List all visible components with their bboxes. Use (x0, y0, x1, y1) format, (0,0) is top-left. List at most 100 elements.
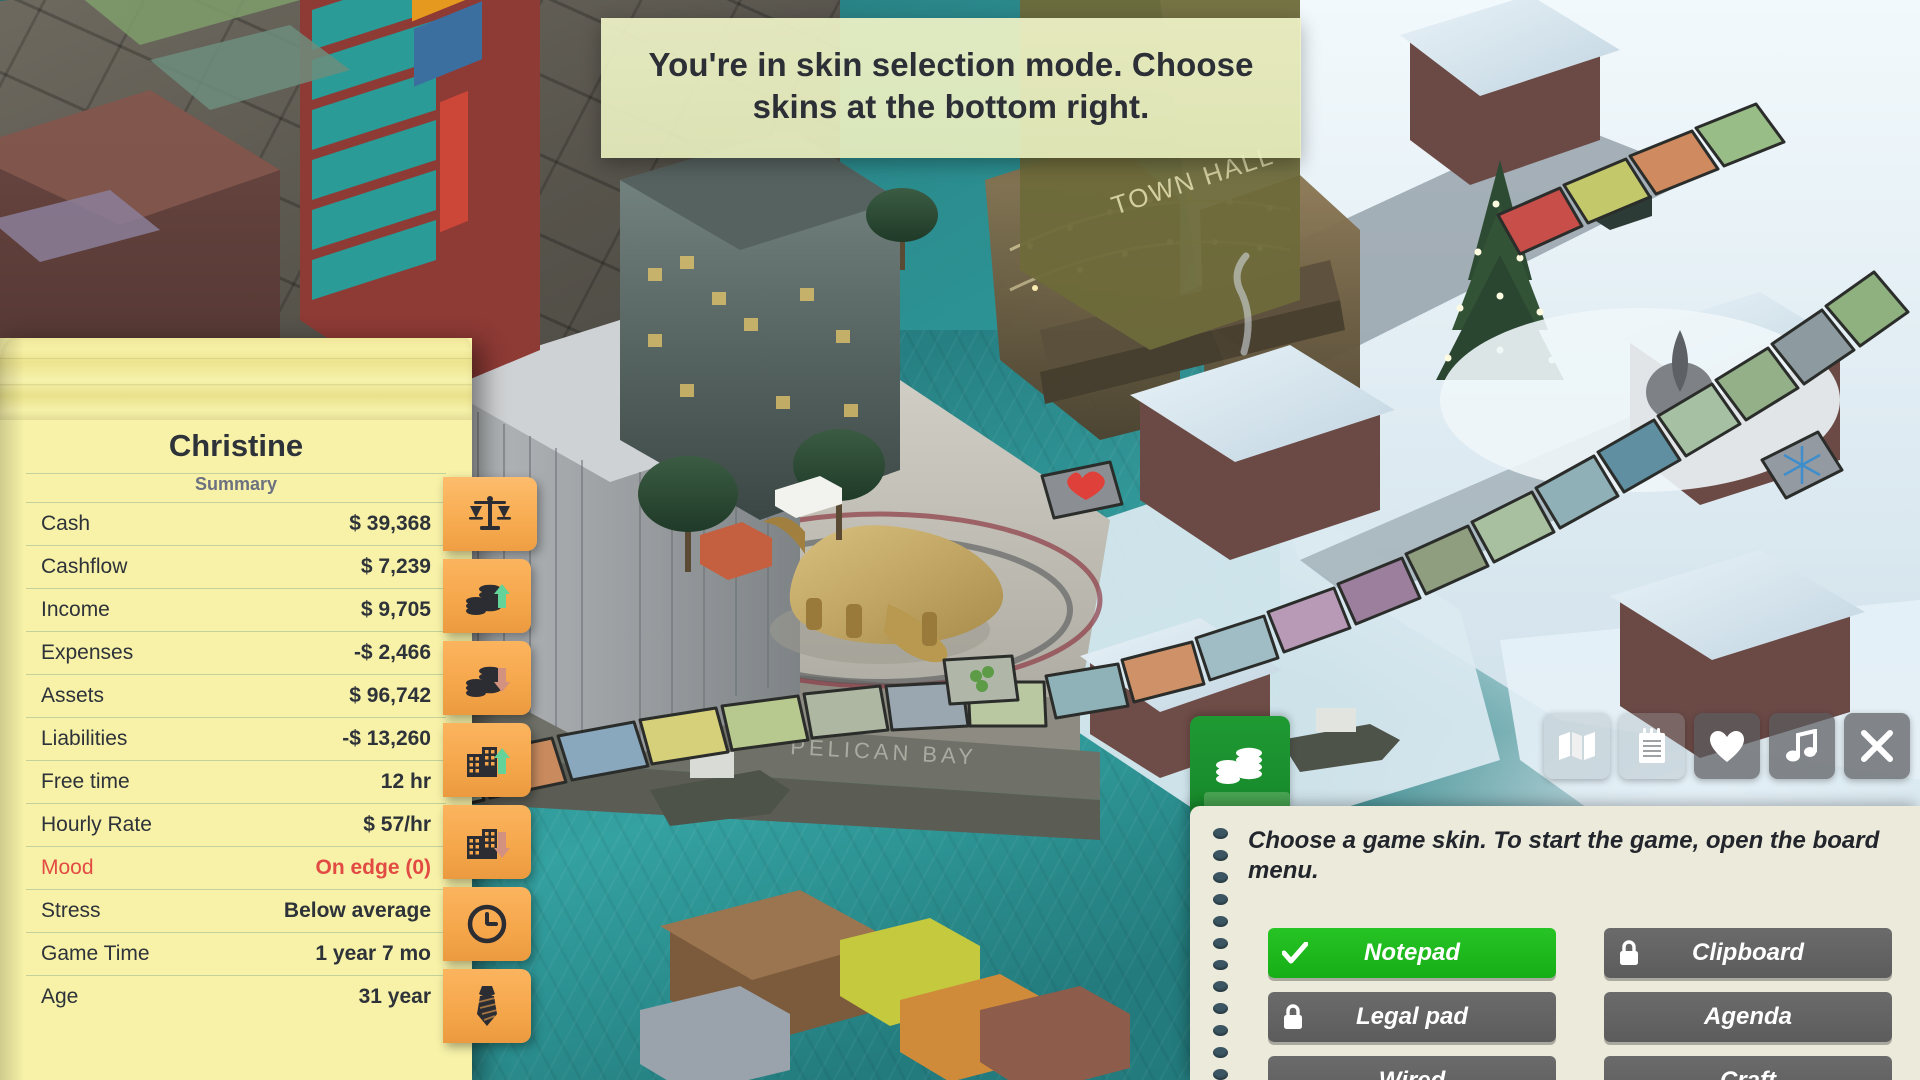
skin-option-button[interactable]: Craft (1604, 1056, 1892, 1080)
summary-row: Mood On edge (0) (26, 846, 446, 889)
summary-row-label: Liabilities (41, 727, 128, 750)
punch-hole (1212, 1003, 1228, 1015)
summary-row-value: $ 96,742 (349, 684, 431, 707)
stat-category-tabs (443, 477, 537, 1051)
summary-row-value: $ 9,705 (360, 598, 431, 621)
necktie-icon (477, 986, 498, 1026)
tab-liabilities[interactable] (443, 805, 531, 879)
skin-option-label: Craft (1720, 1067, 1776, 1080)
summary-row-label: Assets (41, 684, 105, 707)
summary-row-label: Free time (41, 770, 130, 793)
utility-icon-bar (1544, 713, 1910, 779)
heart-icon (1710, 730, 1744, 762)
player-name: Christine (168, 428, 304, 463)
coins-down-icon (466, 666, 510, 697)
lock-badge (1282, 1004, 1304, 1030)
tab-assets[interactable] (443, 723, 531, 797)
map-button[interactable] (1544, 713, 1610, 779)
skin-options-grid: Notepad Clipboard Legal pad Agenda Wired Craf… (1268, 928, 1892, 1080)
map-icon (1559, 732, 1595, 760)
tab-expenses[interactable] (443, 641, 531, 715)
skin-panel-tab[interactable] (1190, 716, 1290, 818)
punch-hole (1212, 959, 1228, 971)
game-screen: PELICAN BAY TOWN HALL You're in skin sel… (0, 0, 1920, 1080)
summary-row: Income $ 9,705 (26, 588, 446, 631)
summary-row: Cashflow $ 7,239 (26, 545, 446, 588)
summary-row: Game Time 1 year 7 mo (26, 932, 446, 975)
building-up-icon (467, 747, 510, 777)
summary-row-label: Hourly Rate (41, 813, 152, 836)
punch-hole (1212, 937, 1228, 949)
punch-hole (1212, 871, 1228, 883)
coins-icon (1216, 747, 1262, 784)
punch-hole (1212, 915, 1228, 927)
summary-row-value: $ 57/hr (363, 813, 431, 836)
summary-row-value: -$ 13,260 (342, 727, 431, 750)
skin-instruction: Choose a game skin. To start the game, o… (1248, 827, 1880, 885)
skin-option-label: Clipboard (1692, 939, 1804, 966)
summary-row: Liabilities -$ 13,260 (26, 717, 446, 760)
skin-option-label: Legal pad (1355, 1003, 1469, 1030)
summary-row-value: On edge (0) (315, 856, 431, 879)
skin-option-label: Wired (1379, 1067, 1445, 1080)
close-icon (1861, 730, 1893, 762)
mode-banner: You're in skin selection mode. Choose sk… (601, 18, 1301, 159)
skin-option-button[interactable]: Legal pad (1268, 992, 1556, 1042)
building-down-icon (467, 829, 510, 859)
summary-row: Hourly Rate $ 57/hr (26, 803, 446, 846)
notepad-button[interactable] (1619, 713, 1685, 779)
tab-career[interactable] (443, 969, 531, 1043)
close-button[interactable] (1844, 713, 1910, 779)
notepad-body: Christine Summary Cash $ 39,368 Cashflow $ … (0, 420, 472, 1080)
punch-hole (1212, 828, 1228, 839)
health-button[interactable] (1694, 713, 1760, 779)
tab-summary[interactable] (443, 477, 537, 551)
summary-row-label: Expenses (41, 641, 134, 664)
skin-option-label: Notepad (1364, 939, 1460, 966)
summary-row: Expenses -$ 2,466 (26, 631, 446, 674)
summary-row-value: $ 39,368 (349, 512, 431, 535)
summary-rows: Cash $ 39,368 Cashflow $ 7,239 Income $ 9,705… (26, 502, 446, 1018)
notepad-icon (1639, 728, 1665, 763)
skin-option-button[interactable]: Notepad (1268, 928, 1556, 978)
punch-holes (1207, 816, 1233, 1080)
summary-row-label: Stress (41, 899, 101, 922)
punch-hole (1212, 893, 1228, 905)
summary-row: Stress Below average (26, 889, 446, 932)
notepad-curl (0, 338, 472, 420)
punch-hole (1212, 1047, 1228, 1059)
skin-option-button[interactable]: Wired (1268, 1056, 1556, 1080)
summary-row-value: Below average (283, 899, 431, 922)
lock-badge (1618, 940, 1640, 966)
summary-row: Cash $ 39,368 (26, 502, 446, 545)
summary-row-label: Income (41, 598, 110, 621)
summary-row-label: Mood (41, 856, 94, 879)
summary-row-value: -$ 2,466 (353, 641, 431, 664)
summary-row-label: Cash (41, 512, 91, 535)
check-icon (1282, 942, 1308, 964)
skin-selection-panel: Choose a game skin. To start the game, o… (1190, 806, 1920, 1080)
summary-row-value: $ 7,239 (360, 555, 431, 578)
player-summary-notepad: Christine Summary Cash $ 39,368 Cashflow $ … (0, 338, 472, 1080)
summary-row: Age 31 year (26, 975, 446, 1018)
punch-hole (1212, 849, 1228, 861)
tab-time[interactable] (443, 887, 531, 961)
summary-row-label: Cashflow (41, 555, 128, 578)
tab-income[interactable] (443, 559, 531, 633)
punch-hole (1212, 1069, 1228, 1080)
summary-row-label: Age (41, 985, 79, 1008)
music-icon (1786, 729, 1817, 762)
skin-option-button[interactable]: Clipboard (1604, 928, 1892, 978)
clock-icon (467, 904, 507, 944)
coins-up-icon (466, 584, 510, 615)
summary-row-value: 12 hr (380, 770, 431, 793)
music-button[interactable] (1769, 713, 1835, 779)
summary-subtitle: Summary (194, 474, 278, 494)
skin-option-label: Agenda (1703, 1003, 1792, 1030)
summary-row-value: 1 year 7 mo (315, 942, 431, 965)
lock-icon (1620, 940, 1638, 965)
skin-option-button[interactable]: Agenda (1604, 992, 1892, 1042)
banner-message: You're in skin selection mode. Choose sk… (648, 46, 1254, 126)
summary-row-label: Game Time (41, 942, 150, 965)
summary-row-value: 31 year (358, 985, 431, 1008)
